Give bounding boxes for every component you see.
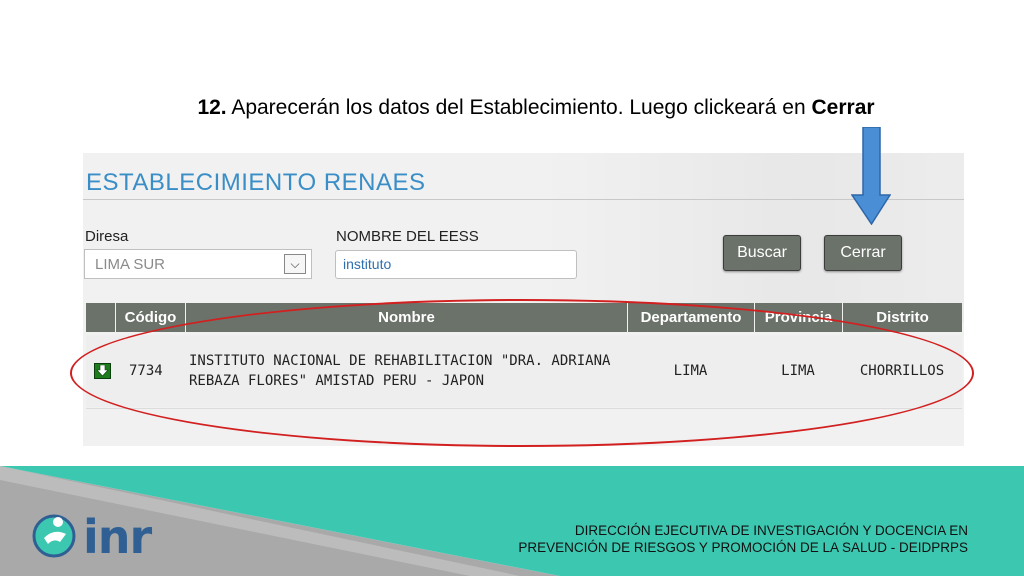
arrow-down-icon bbox=[851, 127, 891, 225]
panel-title: ESTABLECIMIENTO RENAES bbox=[86, 169, 426, 196]
logo-text: inr bbox=[83, 510, 152, 564]
title-divider bbox=[83, 199, 964, 200]
footer-institution-text: DIRECCIÓN EJECUTIVA DE INVESTIGACIÓN Y D… bbox=[468, 522, 968, 556]
footer-line-2: PREVENCIÓN DE RIESGOS Y PROMOCIÓN DE LA … bbox=[518, 540, 968, 555]
footer-line-1: DIRECCIÓN EJECUTIVA DE INVESTIGACIÓN Y D… bbox=[574, 523, 968, 538]
eess-label: NOMBRE DEL EESS bbox=[336, 228, 479, 245]
eess-input-value: instituto bbox=[343, 256, 392, 272]
table-header-icon-col bbox=[86, 303, 115, 332]
eess-name-input[interactable]: instituto bbox=[335, 250, 577, 279]
instruction-text: 12. Aparecerán los datos del Establecimi… bbox=[0, 96, 1024, 120]
cerrar-button[interactable]: Cerrar bbox=[824, 235, 902, 271]
inr-logo: inr bbox=[30, 512, 160, 562]
diresa-selected-value: LIMA SUR bbox=[95, 256, 166, 273]
buscar-button[interactable]: Buscar bbox=[723, 235, 801, 271]
instruction-body: Aparecerán los datos del Establecimiento… bbox=[226, 96, 812, 119]
logo-mark-icon bbox=[32, 514, 76, 558]
step-number: 12. bbox=[197, 96, 227, 119]
diresa-label: Diresa bbox=[85, 228, 129, 245]
instruction-emphasis: Cerrar bbox=[811, 96, 875, 119]
chevron-down-icon[interactable]: ⌵ bbox=[284, 254, 306, 274]
highlight-ellipse bbox=[70, 299, 974, 447]
diresa-select[interactable]: LIMA SUR ⌵ bbox=[84, 249, 312, 279]
